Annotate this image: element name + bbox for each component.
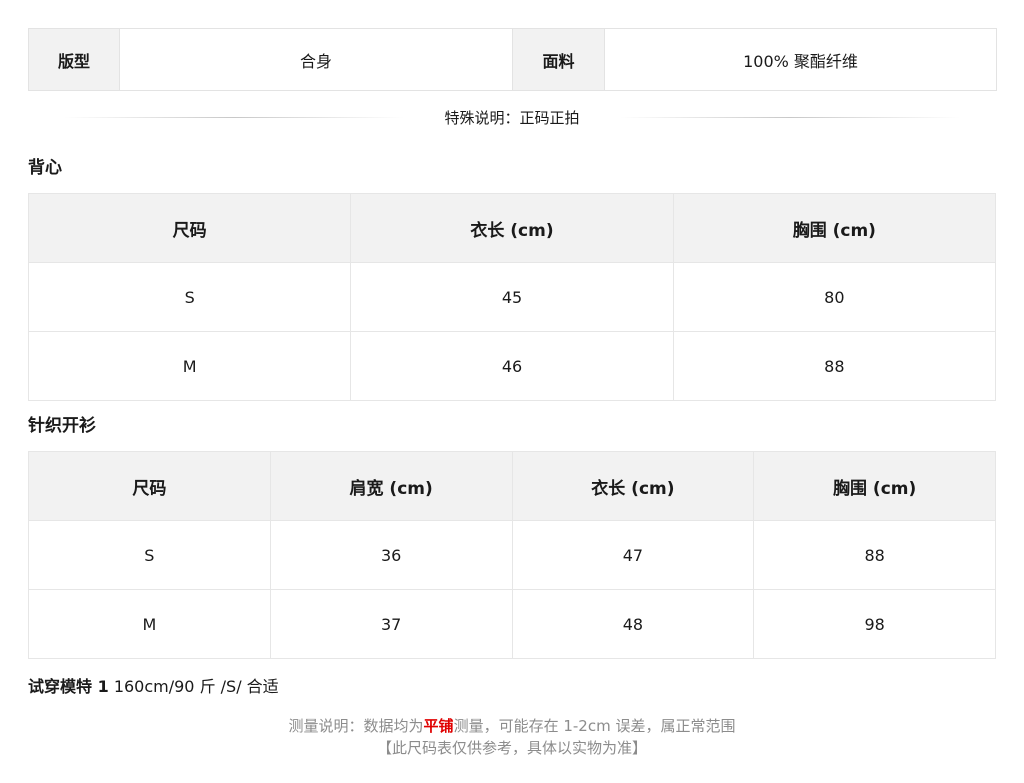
table-row: M 46 88 (27, 331, 997, 401)
table-cell: 88 (753, 520, 996, 590)
fit-value: 合身 (119, 28, 513, 91)
table-cell: S (28, 520, 271, 590)
table-row: S 36 47 88 (28, 520, 996, 590)
note-suffix: 测量，可能存在 1-2cm 误差，属正常范围 (453, 717, 736, 735)
special-note: 特殊说明：正码正拍 (28, 91, 996, 143)
note-prefix: 测量说明：数据均为 (288, 717, 424, 735)
vest-section-title: 背心 (28, 158, 62, 178)
attribute-row: 版型 合身 面料 100% 聚酯纤维 (28, 28, 997, 91)
column-header: 衣长 (cm) (511, 451, 755, 521)
table-cell: 88 (672, 331, 997, 401)
column-header: 尺码 (27, 193, 352, 263)
column-header: 胸围 (cm) (753, 451, 996, 521)
column-header: 衣长 (cm) (350, 193, 674, 263)
fabric-label: 面料 (512, 28, 605, 91)
cardigan-section-title: 针织开衫 (28, 416, 96, 436)
model-label: 试穿模特 1 (28, 677, 109, 696)
column-header: 肩宽 (cm) (269, 451, 513, 521)
table-cell: 36 (269, 520, 513, 590)
model-details: 160cm/90 斤 /S/ 合适 (113, 677, 279, 696)
table-cell: 48 (511, 589, 755, 659)
note-highlight: 平铺 (423, 717, 454, 735)
table-cell: 80 (672, 262, 997, 332)
table-cell: M (27, 331, 352, 401)
table-row: M 37 48 98 (28, 589, 996, 659)
measurement-note: 测量说明：数据均为平铺测量，可能存在 1-2cm 误差，属正常范围 【此尺码表仅… (28, 715, 996, 759)
fit-label: 版型 (28, 28, 120, 91)
column-header: 胸围 (cm) (672, 193, 997, 263)
table-cell: 98 (753, 589, 996, 659)
table-cell: 37 (269, 589, 513, 659)
table-cell: 46 (350, 331, 674, 401)
table-cell: 45 (350, 262, 674, 332)
special-note-text: 特殊说明：正码正拍 (444, 108, 580, 127)
column-header: 尺码 (28, 451, 271, 521)
measurement-note-line2: 【此尺码表仅供参考，具体以实物为准】 (376, 739, 647, 757)
table-cell: M (28, 589, 271, 659)
table-cell: 47 (511, 520, 755, 590)
divider-right (620, 117, 960, 118)
cardigan-size-table: 尺码 肩宽 (cm) 衣长 (cm) 胸围 (cm) S 36 47 88 M … (28, 451, 996, 659)
table-header-row: 尺码 衣长 (cm) 胸围 (cm) (27, 193, 997, 263)
fabric-value: 100% 聚酯纤维 (604, 28, 997, 91)
measurement-note-line1: 测量说明：数据均为平铺测量，可能存在 1-2cm 误差，属正常范围 (28, 715, 996, 737)
table-cell: S (27, 262, 352, 332)
model-info: 试穿模特 1 160cm/90 斤 /S/ 合适 (28, 659, 996, 715)
divider-left (64, 117, 404, 118)
attribute-table: 版型 合身 面料 100% 聚酯纤维 (28, 28, 997, 91)
vest-size-table: 尺码 衣长 (cm) 胸围 (cm) S 45 80 M 46 88 (27, 193, 997, 401)
size-guide: 版型 合身 面料 100% 聚酯纤维 特殊说明：正码正拍 背心 尺码 衣长 (c… (27, 28, 997, 759)
table-row: S 45 80 (27, 262, 997, 332)
table-header-row: 尺码 肩宽 (cm) 衣长 (cm) 胸围 (cm) (28, 451, 996, 521)
